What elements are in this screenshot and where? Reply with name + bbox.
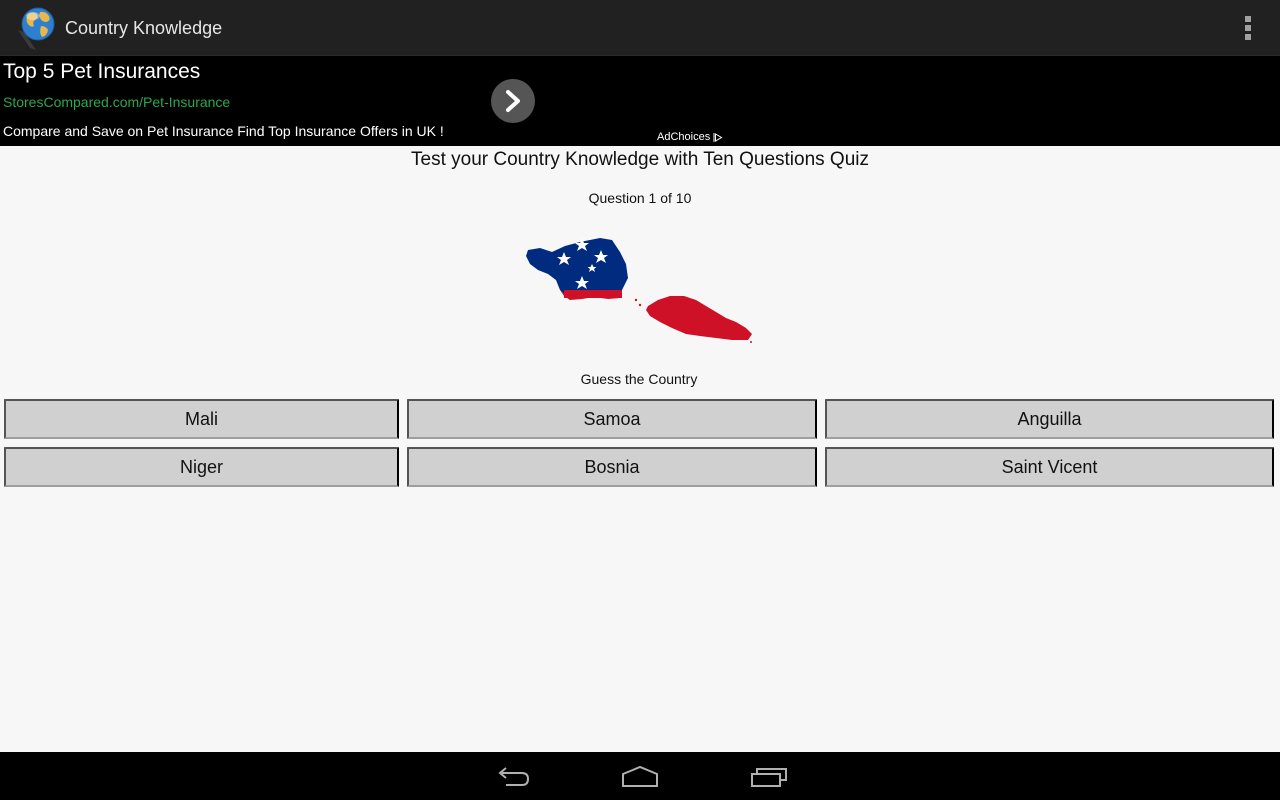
globe-icon[interactable] (12, 4, 60, 52)
ad-description: Compare and Save on Pet Insurance Find T… (3, 123, 444, 139)
answer-button-anguilla[interactable]: Anguilla (825, 399, 1274, 439)
home-icon[interactable] (620, 764, 660, 790)
adchoices-icon (713, 133, 723, 142)
recent-apps-icon[interactable] (749, 764, 789, 790)
answer-button-saint-vicent[interactable]: Saint Vicent (825, 447, 1274, 487)
guess-prompt: Guess the Country (580, 371, 698, 387)
ad-title[interactable]: Top 5 Pet Insurances (3, 60, 200, 84)
adchoices-label: AdChoices (657, 131, 711, 143)
back-icon[interactable] (492, 764, 532, 790)
answer-button-niger[interactable]: Niger (4, 447, 399, 487)
quiz-title: Test your Country Knowledge with Ten Que… (411, 149, 869, 170)
question-counter: Question 1 of 10 (588, 190, 692, 206)
app-title: Country Knowledge (65, 18, 223, 38)
chevron-right-icon (506, 90, 520, 112)
overflow-menu-icon[interactable] (1236, 14, 1260, 42)
system-nav-bar (0, 752, 1280, 800)
answer-button-mali[interactable]: Mali (4, 399, 399, 439)
adchoices-link[interactable]: AdChoices (657, 131, 723, 144)
action-bar: Country Knowledge (0, 0, 1280, 56)
samoa-map-flag-image (526, 238, 752, 343)
ad-open-button[interactable] (491, 79, 535, 123)
answer-button-bosnia[interactable]: Bosnia (407, 447, 817, 487)
ad-url[interactable]: StoresCompared.com/Pet-Insurance (3, 94, 230, 111)
answer-button-samoa[interactable]: Samoa (407, 399, 817, 439)
ad-banner[interactable]: Top 5 Pet Insurances StoresCompared.com/… (0, 56, 1280, 146)
